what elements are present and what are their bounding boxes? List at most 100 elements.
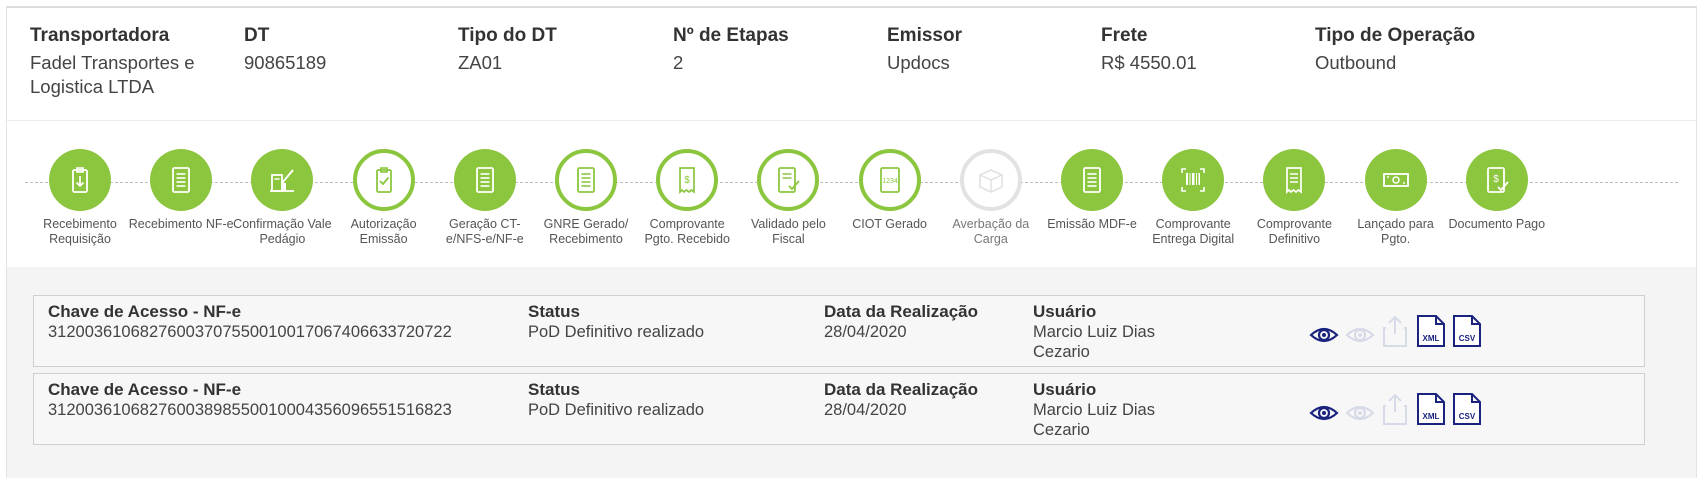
step-11[interactable]: Emissão MDF-e [1039,149,1145,232]
upload-icon[interactable] [1381,392,1409,431]
eye-disabled-icon[interactable] [1345,320,1375,355]
svg-text:$: $ [1493,174,1499,185]
step-label: CIOT Gerado [852,217,927,231]
xml-download-button[interactable]: XML [1416,392,1446,431]
clipboard-download-icon [65,165,95,195]
step-label: Confirmação Vale Pedágio [233,217,332,246]
step-9[interactable]: 1234 CIOT Gerado [837,149,943,232]
dt-header: Transportadora Fadel Transportes e Logis… [7,8,1696,121]
step-circle[interactable] [1162,149,1225,211]
step-14[interactable]: Lançado para Pgto. [1343,149,1449,247]
step-circle[interactable] [1263,149,1326,211]
data-value: 28/04/2020 [824,323,907,341]
col-status: Status PoD Definitivo realizado [528,380,704,420]
step-5[interactable]: Geração CT-e/NFS-e/NF-e [432,149,538,247]
step-circle[interactable] [352,149,415,211]
document-lines-icon [571,165,601,195]
field-value: Outbound [1315,52,1397,73]
step-circle[interactable] [959,149,1022,211]
field-dt: DT 90865189 [244,24,326,75]
eye-disabled-icon[interactable] [1345,398,1375,433]
step-circle[interactable]: $ [656,149,719,211]
step-label: Comprovante Entrega Digital [1152,217,1235,246]
barcode-icon [1178,165,1208,195]
eye-icon[interactable] [1309,320,1339,355]
col-header-data: Data da Realização [824,302,979,321]
field-label: Nº de Etapas [673,25,789,46]
svg-text:$: $ [684,175,690,186]
receipt-icon [1279,165,1309,195]
col-header-chave: Chave de Acesso - NF-e [48,380,242,399]
field-label: Emissor [887,25,962,46]
field-label: Frete [1101,25,1148,46]
step-6[interactable]: GNRE Gerado/ Recebimento [533,149,639,247]
field-tipo-dt: Tipo do DT ZA01 [458,24,557,75]
step-8[interactable]: Validado pelo Fiscal [735,149,841,247]
field-value: 2 [673,52,684,73]
xml-label: XML [1423,334,1440,343]
step-label: Comprovante Pgto. Recebido [644,217,730,246]
step-4[interactable]: Autorização Emissão [331,149,437,247]
step-circle[interactable] [49,149,111,211]
field-value: R$ 4550.01 [1101,52,1197,73]
field-tipo-operacao: Tipo de Operação Outbound [1315,24,1475,75]
col-data: Data da Realização 28/04/2020 [824,302,978,342]
field-value: Fadel Transportes e Logistica LTDA [30,52,195,97]
field-emissor: Emissor Updocs [887,24,962,75]
document-lines-icon [166,165,196,195]
step-label: Averbação da Carga [952,217,1030,246]
step-circle[interactable] [1061,149,1123,211]
col-data: Data da Realização 28/04/2020 [824,380,978,420]
step-3[interactable]: Confirmação Vale Pedágio [229,149,335,247]
step-13[interactable]: Comprovante Definitivo [1241,149,1347,247]
receipt-dollar-icon: $ [672,165,702,195]
step-label: Geração CT-e/NFS-e/NF-e [445,217,524,246]
step-label: Comprovante Definitivo [1256,217,1332,246]
step-12[interactable]: Comprovante Entrega Digital [1140,149,1246,247]
usuario-value: Marcio Luiz Dias Cezario [1033,323,1155,361]
csv-download-button[interactable]: CSV [1452,392,1482,431]
step-circle[interactable] [453,149,516,211]
field-label: Tipo de Operação [1315,25,1476,46]
upload-icon[interactable] [1381,314,1409,353]
step-circle[interactable]: $ [1465,149,1528,211]
field-label: DT [244,25,270,46]
step-circle[interactable] [251,149,314,211]
field-value: 90865189 [244,52,327,73]
step-label: Documento Pago [1448,217,1546,231]
col-header-chave: Chave de Acesso - NF-e [48,302,242,321]
col-usuario: Usuário Marcio Luiz Dias Cezario [1033,380,1183,440]
step-circle[interactable] [150,149,213,211]
step-label: Emissão MDF-e [1047,217,1137,231]
step-circle[interactable]: 1234 [858,149,921,211]
banknote-icon [1381,165,1411,195]
field-num-etapas: Nº de Etapas 2 [673,24,789,75]
step-7[interactable]: $ Comprovante Pgto. Recebido [634,149,740,247]
col-chave: Chave de Acesso - NF-e 31200361068276003… [48,302,452,342]
eye-icon[interactable] [1309,398,1339,433]
csv-download-button[interactable]: CSV [1452,314,1482,353]
step-10[interactable]: Averbação da Carga [938,149,1044,247]
step-circle[interactable] [757,149,820,211]
col-header-usuario: Usuário [1033,302,1097,321]
step-label: Validado pelo Fiscal [750,217,826,246]
chave-value: 3120036106827600370755001001706740663372… [48,323,452,341]
field-label: Tipo do DT [458,25,557,46]
xml-download-button[interactable]: XML [1416,314,1446,353]
step-label: Autorização Emissão [350,217,417,246]
field-label: Transportadora [30,25,170,46]
step-15[interactable]: $ Documento Pago [1444,149,1550,232]
xml-label: XML [1423,412,1440,421]
toll-booth-icon [267,165,297,195]
col-header-data: Data da Realização [824,380,979,399]
col-status: Status PoD Definitivo realizado [528,302,704,342]
step-2[interactable]: Recebimento NF-e [128,149,234,232]
step-label: Recebimento NF-e [128,217,234,231]
dollar-doc-check-icon: $ [1482,165,1512,195]
col-header-status: Status [528,380,580,399]
step-1[interactable]: Recebimento Requisição [27,149,133,247]
dt-detail-panel: Transportadora Fadel Transportes e Logis… [6,6,1697,478]
svg-text:1234: 1234 [882,178,898,185]
step-circle[interactable] [1364,149,1427,211]
step-circle[interactable] [555,149,617,211]
